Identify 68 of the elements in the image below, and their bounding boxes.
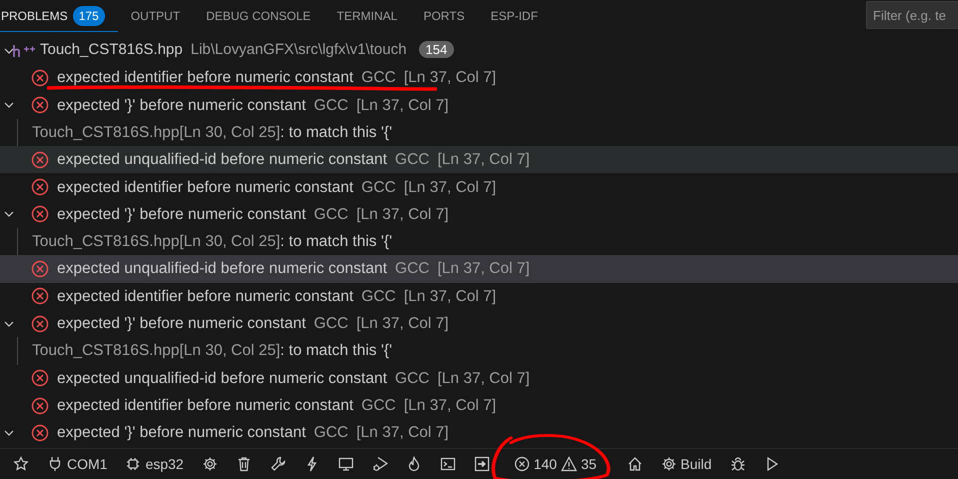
- count-badge: 175: [72, 6, 105, 26]
- problem-location: [Ln 37, Col 7]: [404, 288, 496, 305]
- problem-source: GCC: [395, 151, 430, 168]
- problem-row[interactable]: Touch_CST816S.hpp[Ln 30, Col 25]: to match this '{': [0, 337, 958, 365]
- problem-location: [Ln 37, Col 7]: [356, 96, 449, 114]
- related-message: : to match this '{': [280, 124, 392, 141]
- problem-source: GCC: [361, 69, 396, 86]
- filter-field[interactable]: Filter (e.g. te: [866, 1, 958, 29]
- problem-location: [Ln 37, Col 7]: [404, 396, 496, 414]
- problem-row[interactable]: expected identifier before numeric constant GCC [Ln 37, Col 7]: [0, 173, 958, 201]
- problem-source: GCC: [314, 424, 348, 442]
- problem-row[interactable]: Touch_CST816S.hpp[Ln 30, Col 25]: to match this '{': [0, 228, 958, 256]
- related-message: : to match this '{': [280, 342, 392, 360]
- problem-location: [Ln 37, Col 7]: [437, 370, 530, 387]
- status-item[interactable]: COM1: [38, 453, 116, 475]
- problem-source: GCC: [314, 314, 348, 332]
- problem-row[interactable]: expected unqualified-id before numeric constant GCC [Ln 37, Col 7]: [0, 364, 958, 392]
- problem-row[interactable]: expected unqualified-id before numeric constant GCC [Ln 37, Col 7]: [0, 255, 958, 283]
- problem-location: [Ln 37, Col 7]: [437, 260, 530, 278]
- problem-message: expected unqualified-id before numeric constant: [57, 260, 388, 278]
- problem-row[interactable]: expected identifier before numeric constant GCC [Ln 37, Col 7]: [0, 64, 958, 92]
- problem-row[interactable]: expected '}' before numeric constant GCC [Ln 37, Col 7]: [0, 310, 958, 338]
- panel-tab[interactable]: DEBUG CONSOLE: [193, 0, 324, 32]
- problem-row[interactable]: expected identifier before numeric constant GCC [Ln 37, Col 7]: [0, 392, 958, 420]
- problem-row[interactable]: expected '}' before numeric constant GCC [Ln 37, Col 7]: [0, 200, 958, 228]
- panel-tab[interactable]: PROBLEMS 175: [0, 0, 118, 32]
- problem-message: expected '}' before numeric constant: [57, 206, 306, 223]
- panel-tab[interactable]: OUTPUT: [118, 0, 194, 32]
- problem-location: [Ln 37, Col 7]: [356, 424, 449, 442]
- related-location[interactable]: Touch_CST816S.hpp[Ln 30, Col 25]: [32, 342, 280, 360]
- problem-source: GCC: [314, 96, 348, 114]
- problem-message: expected identifier before numeric constant: [57, 288, 354, 305]
- problem-location: [Ln 37, Col 7]: [356, 206, 449, 223]
- problem-message: expected unqualified-id before numeric constant: [57, 151, 388, 168]
- problem-source: GCC: [395, 260, 430, 278]
- problem-row[interactable]: Touch_CST816S.hpp[Ln 30, Col 25]: to match this '{': [0, 118, 958, 146]
- related-message: : to match this '{': [280, 233, 392, 250]
- related-location[interactable]: Touch_CST816S.hpp[Ln 30, Col 25]: [32, 233, 280, 250]
- problem-row[interactable]: expected identifier before numeric constant GCC [Ln 37, Col 7]: [0, 282, 958, 310]
- problem-message: expected identifier before numeric constant: [57, 178, 354, 196]
- problem-source: GCC: [361, 178, 396, 196]
- problem-row[interactable]: expected '}' before numeric constant GCC [Ln 37, Col 7]: [0, 419, 958, 446]
- panel-tab[interactable]: TERMINAL: [324, 0, 410, 32]
- problem-location: [Ln 37, Col 7]: [356, 314, 449, 332]
- problem-row[interactable]: expected '}' before numeric constant GCC [Ln 37, Col 7]: [0, 92, 958, 119]
- panel-tab[interactable]: PORTS: [410, 0, 478, 32]
- problem-message: expected identifier before numeric constant: [57, 69, 354, 86]
- panel-tab[interactable]: ESP-IDF: [478, 0, 551, 32]
- status-item[interactable]: Build: [652, 453, 721, 475]
- problem-message: expected identifier before numeric constant: [57, 396, 354, 414]
- problem-location: [Ln 37, Col 7]: [404, 69, 496, 86]
- problem-message: expected unqualified-id before numeric constant: [57, 370, 388, 387]
- problem-location: [Ln 37, Col 7]: [404, 178, 496, 196]
- file-path: Lib\LovyanGFX\src\lgfx\v1\touch: [190, 41, 407, 58]
- status-item[interactable]: esp32: [116, 453, 193, 475]
- problem-source: GCC: [361, 396, 396, 414]
- problem-message: expected '}' before numeric constant: [57, 96, 306, 114]
- related-location[interactable]: Touch_CST816S.hpp[Ln 30, Col 25]: [32, 124, 280, 141]
- problem-message: expected '}' before numeric constant: [57, 424, 306, 442]
- file-name: Touch_CST816S.hpp: [40, 41, 183, 58]
- problem-message: expected '}' before numeric constant: [57, 314, 306, 332]
- problem-row[interactable]: expected unqualified-id before numeric constant GCC [Ln 37, Col 7]: [0, 146, 958, 174]
- problem-source: GCC: [314, 206, 348, 223]
- problem-source: GCC: [361, 288, 396, 305]
- problems-status[interactable]: 140 35: [504, 453, 606, 475]
- problem-source: GCC: [395, 370, 430, 387]
- problem-location: [Ln 37, Col 7]: [437, 151, 530, 168]
- count-badge: 154: [418, 41, 454, 58]
